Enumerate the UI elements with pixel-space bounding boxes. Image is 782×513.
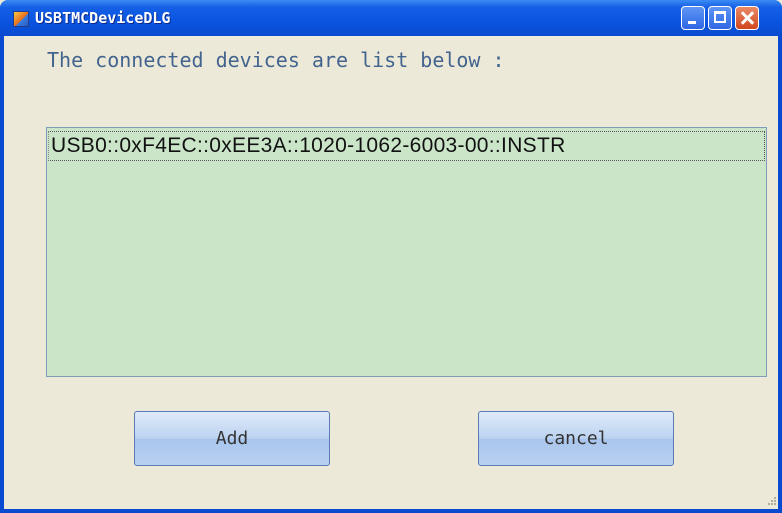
- cancel-button[interactable]: cancel: [478, 411, 674, 466]
- device-list-item[interactable]: USB0::0xF4EC::0xEE3A::1020-1062-6003-00:…: [48, 131, 765, 161]
- minimize-button[interactable]: [681, 6, 705, 30]
- add-button[interactable]: Add: [134, 411, 330, 466]
- device-listbox[interactable]: USB0::0xF4EC::0xEE3A::1020-1062-6003-00:…: [46, 127, 767, 377]
- dialog-window: USBTMCDeviceDLG The connected devices ar…: [0, 0, 782, 513]
- devices-heading: The connected devices are list below :: [47, 48, 505, 72]
- title-bar[interactable]: USBTMCDeviceDLG: [0, 0, 782, 36]
- window-title: USBTMCDeviceDLG: [35, 9, 171, 27]
- close-button[interactable]: [735, 6, 759, 30]
- maximize-button[interactable]: [708, 6, 732, 30]
- window-border-bottom[interactable]: [0, 509, 782, 513]
- resize-grip-icon[interactable]: [766, 495, 778, 507]
- app-icon[interactable]: [13, 11, 29, 27]
- window-border-right[interactable]: [778, 36, 782, 513]
